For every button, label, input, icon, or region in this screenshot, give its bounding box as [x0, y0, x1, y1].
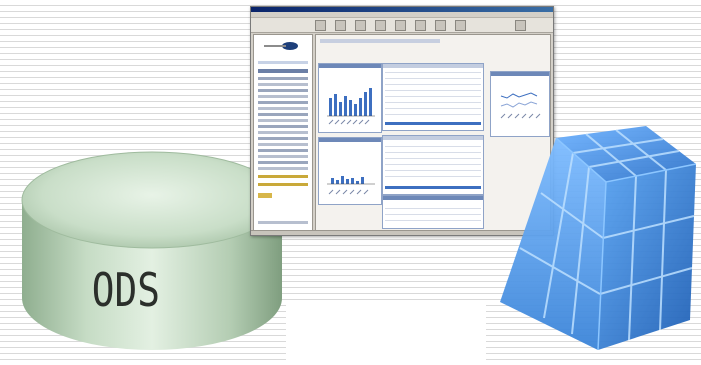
olap-cube: [500, 126, 697, 351]
tree-item: [258, 107, 308, 110]
toolbar-icon: [515, 20, 526, 31]
panel-header: [383, 136, 483, 140]
tree-item: [258, 193, 272, 198]
table-row: [385, 208, 481, 209]
tree-item: [258, 137, 308, 140]
report-tabs: [320, 39, 440, 43]
table-row: [385, 170, 481, 171]
table-row: [385, 96, 481, 97]
tree-item: [258, 155, 308, 158]
toolbar-icon: [335, 20, 346, 31]
tree-item: [258, 101, 308, 104]
table-row: [385, 214, 481, 215]
tree-item: [258, 161, 308, 164]
tree-item: [258, 167, 308, 170]
bar-chart-panel-2: [318, 137, 382, 205]
toolbar-icon: [355, 20, 366, 31]
window-toolbar: [251, 18, 553, 33]
tree-item: [258, 119, 308, 122]
tree-item: [258, 69, 308, 73]
tree-item: [258, 131, 308, 134]
tree-item: [258, 83, 308, 86]
tree-item: [258, 77, 308, 80]
navigation-tree-panel: [253, 34, 313, 232]
tree-item: [258, 113, 308, 116]
tree-item: [258, 143, 308, 146]
toolbar-icon: [435, 20, 446, 31]
tree-item: [258, 149, 308, 152]
cylinder-label: ODS: [92, 263, 160, 317]
table-row: [385, 102, 481, 103]
table-row: [385, 152, 481, 153]
table-row: [385, 108, 481, 109]
table-total-row: [385, 122, 481, 125]
toolbar-icon: [395, 20, 406, 31]
summary-panel: [382, 195, 484, 229]
data-table-panel-2: [382, 135, 484, 195]
table-row: [385, 72, 481, 73]
table-row: [385, 146, 481, 147]
tree-item: [258, 61, 308, 64]
logo-icon: [264, 42, 298, 50]
tree-item: [258, 95, 308, 98]
table-row: [385, 164, 481, 165]
data-table-panel: [382, 63, 484, 131]
tree-item: [258, 175, 308, 178]
tree-item: [258, 125, 308, 128]
table-row: [385, 114, 481, 115]
background-gap: [286, 300, 486, 365]
panel-header: [383, 196, 483, 200]
toolbar-icon: [375, 20, 386, 31]
tree-item: [258, 183, 308, 186]
ods-database-cylinder: ODS: [21, 151, 283, 350]
mini-bar-chart: [327, 88, 375, 125]
table-row: [385, 158, 481, 159]
toolbar-icon: [415, 20, 426, 31]
panel-header: [383, 64, 483, 68]
mini-bar-chart-2: [327, 176, 375, 195]
table-row: [385, 90, 481, 91]
table-row: [385, 78, 481, 79]
cube-left-face: [500, 138, 606, 350]
cylinder-top: [21, 151, 283, 249]
table-row: [385, 176, 481, 177]
table-row: [385, 84, 481, 85]
cube-right-face: [598, 164, 696, 350]
bar-chart-panel: [318, 63, 382, 133]
toolbar-icon: [455, 20, 466, 31]
table-row: [385, 220, 481, 221]
tree-item: [258, 221, 308, 224]
toolbar-icon: [315, 20, 326, 31]
table-total-row: [385, 186, 481, 189]
tree-item: [258, 89, 308, 92]
